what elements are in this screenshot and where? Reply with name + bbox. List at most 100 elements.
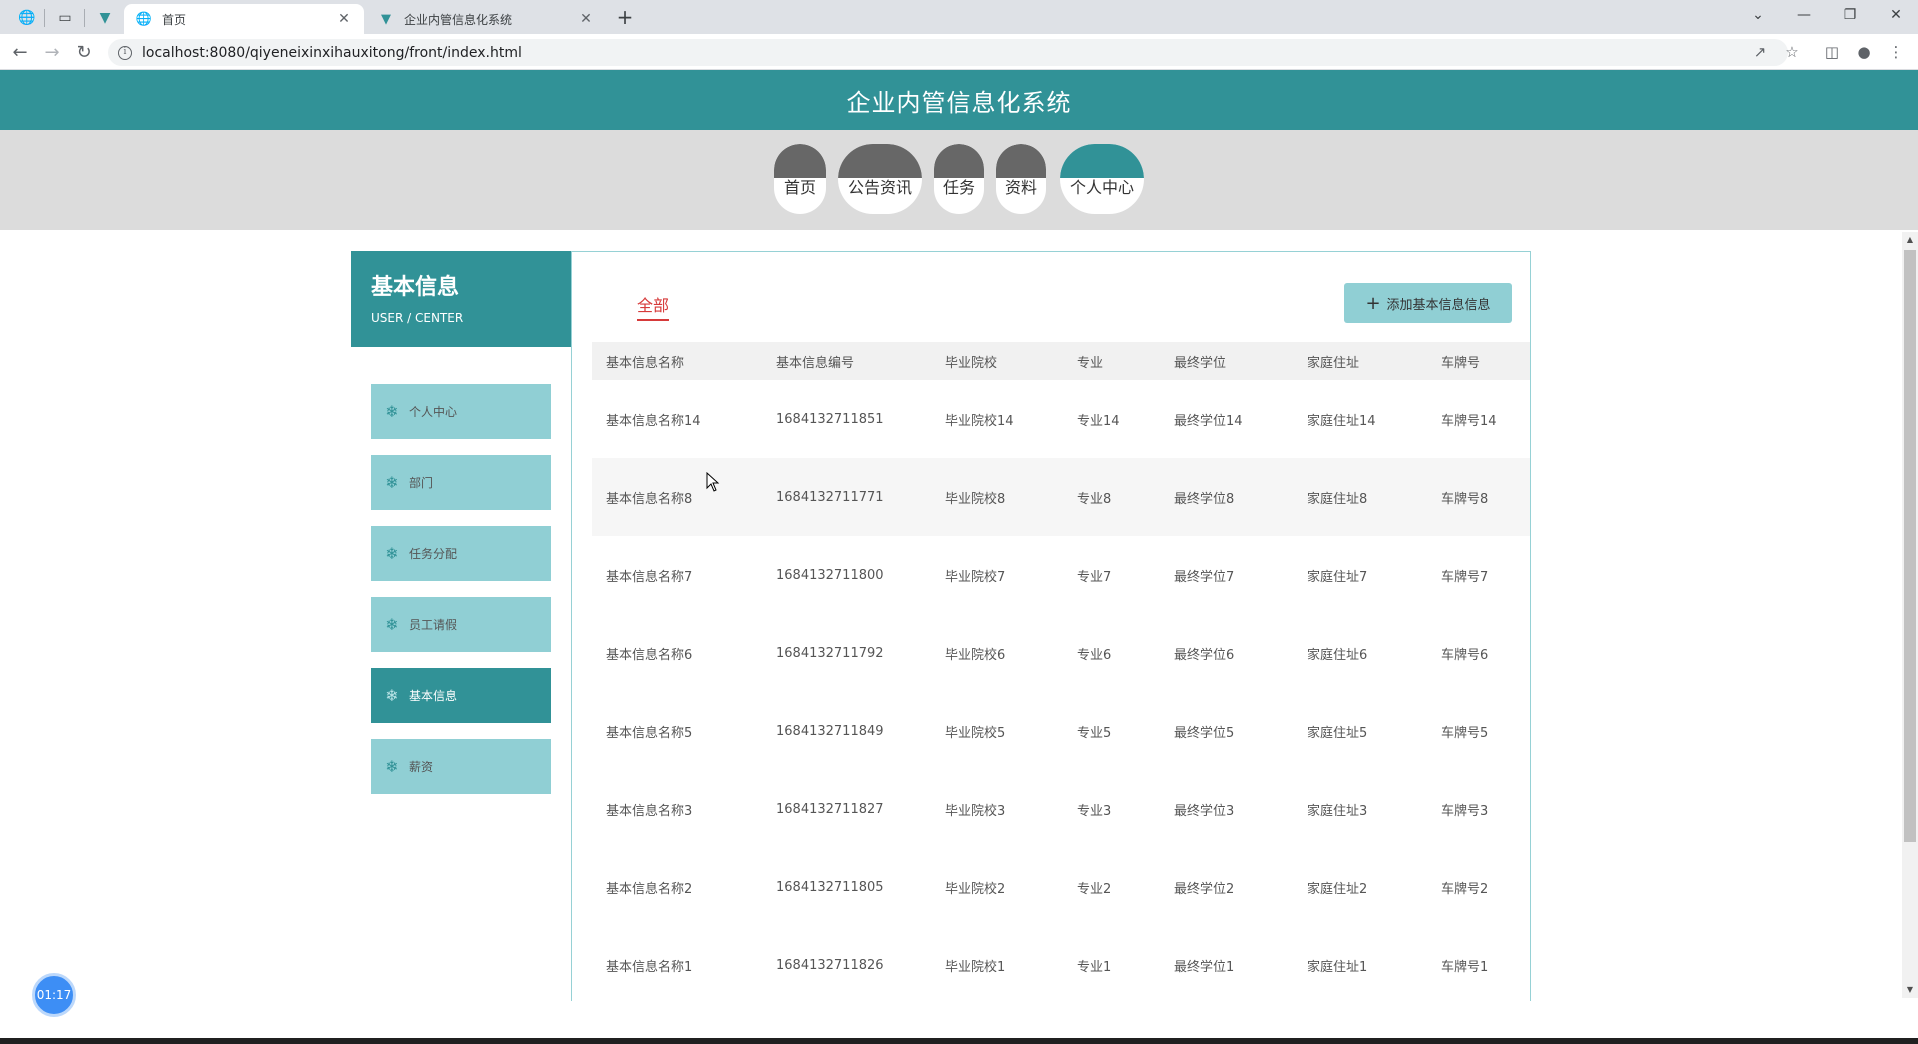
restore-icon[interactable]: ❐ — [1830, 0, 1870, 30]
reload-icon[interactable]: ↻ — [72, 40, 96, 64]
table-header: 基本信息名称 基本信息编号 毕业院校 专业 最终学位 家庭住址 车牌号 — [592, 342, 1530, 380]
table-cell: 车牌号5 — [1441, 725, 1489, 741]
browser-tab-home[interactable]: 🌐 首页 ✕ — [124, 4, 364, 34]
sidebar-item-task-assignment[interactable]: ❄ 任务分配 — [371, 526, 551, 581]
table-cell: 基本信息名称3 — [606, 803, 693, 819]
browser-tab-system[interactable]: ▼ 企业内管信息化系统 ✕ — [366, 4, 606, 34]
nav-item-personal-center[interactable]: 个人中心 — [1060, 144, 1144, 214]
sidebar-item-leave[interactable]: ❄ 员工请假 — [371, 597, 551, 652]
table-cell: 专业7 — [1077, 569, 1112, 585]
page-scrollbar[interactable]: ▲ ▼ — [1902, 232, 1918, 998]
recording-timer[interactable]: 01:17 — [32, 973, 76, 1017]
more-menu-icon[interactable]: ⋮ — [1884, 40, 1908, 64]
table-row[interactable]: 基本信息名称2 1684132711805 毕业院校2 专业2 最终学位2 家庭… — [592, 848, 1530, 926]
column-header: 最终学位 — [1174, 355, 1227, 371]
table-row[interactable]: 基本信息名称6 1684132711792 毕业院校6 专业6 最终学位6 家庭… — [592, 614, 1530, 692]
table-cell: 家庭住址7 — [1307, 569, 1368, 585]
minimize-icon[interactable]: — — [1784, 0, 1824, 30]
globe-icon[interactable]: 🌐 — [14, 5, 40, 31]
table-cell: 家庭住址2 — [1307, 881, 1368, 897]
nav-item-tasks[interactable]: 任务 — [934, 144, 984, 214]
filter-tab-all[interactable]: 全部 — [637, 292, 670, 321]
sidebar-item-personal-center[interactable]: ❄ 个人中心 — [371, 384, 551, 439]
table-cell: 1684132711826 — [776, 957, 884, 973]
table-row[interactable]: 基本信息名称14 1684132711851 毕业院校14 专业14 最终学位1… — [592, 380, 1530, 458]
table-cell: 基本信息名称6 — [606, 647, 693, 663]
table-cell: 毕业院校3 — [945, 803, 1006, 819]
taskbar-edge — [0, 1038, 1918, 1044]
table-cell: 基本信息名称14 — [606, 413, 701, 429]
add-basic-info-button[interactable]: + 添加基本信息信息 — [1344, 283, 1512, 323]
side-panel-icon[interactable]: ◫ — [1820, 40, 1844, 64]
table-cell: 1684132711771 — [776, 489, 884, 505]
table-cell: 毕业院校14 — [945, 413, 1014, 429]
sidebar-item-label: 任务分配 — [409, 547, 458, 561]
close-icon[interactable]: ✕ — [578, 11, 594, 27]
share-icon[interactable]: ↗ — [1748, 40, 1772, 64]
table-cell: 车牌号7 — [1441, 569, 1489, 585]
plus-icon[interactable]: + — [612, 6, 638, 30]
table-row[interactable]: 基本信息名称5 1684132711849 毕业院校5 专业5 最终学位5 家庭… — [592, 692, 1530, 770]
forward-arrow-icon[interactable]: → — [40, 40, 64, 64]
column-header: 基本信息名称 — [606, 355, 685, 371]
table-row[interactable]: 基本信息名称8 1684132711771 毕业院校8 专业8 最终学位8 家庭… — [592, 458, 1530, 536]
blank-page-icon[interactable]: ▭ — [52, 5, 78, 31]
table-cell: 家庭住址8 — [1307, 491, 1368, 507]
table-cell: 基本信息名称8 — [606, 491, 693, 507]
table-cell: 车牌号6 — [1441, 647, 1489, 663]
main-nav: 首页 公告资讯 任务 资料 个人中心 — [0, 130, 1918, 230]
sidebar-item-label: 基本信息 — [409, 689, 458, 703]
scroll-thumb[interactable] — [1904, 250, 1916, 842]
mouse-cursor-icon — [706, 472, 720, 492]
table-cell: 毕业院校1 — [945, 959, 1006, 975]
url-field[interactable]: i localhost:8080/qiyeneixinxihauxitong/f… — [108, 39, 1788, 66]
table-row[interactable]: 基本信息名称1 1684132711826 毕业院校1 专业1 最终学位1 家庭… — [592, 926, 1530, 1001]
close-window-icon[interactable]: ✕ — [1876, 0, 1916, 30]
table-cell: 家庭住址5 — [1307, 725, 1368, 741]
star-icon[interactable]: ☆ — [1780, 40, 1804, 64]
table-cell: 基本信息名称1 — [606, 959, 693, 975]
table-cell: 最终学位7 — [1174, 569, 1235, 585]
column-header: 毕业院校 — [945, 355, 998, 371]
nav-label: 任务 — [942, 178, 975, 197]
snowflake-icon: ❄ — [385, 402, 399, 421]
nav-label: 个人中心 — [1069, 178, 1134, 197]
vue-logo-icon: ▼ — [381, 11, 391, 27]
info-icon[interactable]: i — [118, 45, 132, 60]
plus-icon: + — [1365, 292, 1381, 314]
scroll-down-icon[interactable]: ▼ — [1902, 982, 1918, 998]
table-cell: 最终学位3 — [1174, 803, 1235, 819]
nav-label: 资料 — [1004, 178, 1037, 197]
table-cell: 车牌号2 — [1441, 881, 1489, 897]
table-cell: 最终学位2 — [1174, 881, 1235, 897]
nav-item-news[interactable]: 公告资讯 — [838, 144, 922, 214]
main-panel: 全部 + 添加基本信息信息 基本信息名称 基本信息编号 毕业院校 专业 最终学位… — [571, 251, 1531, 1001]
nav-item-home[interactable]: 首页 — [774, 144, 826, 214]
table-cell: 最终学位1 — [1174, 959, 1235, 975]
sidebar-item-basic-info[interactable]: ❄ 基本信息 — [371, 668, 551, 723]
table-cell: 毕业院校5 — [945, 725, 1006, 741]
table-cell: 专业3 — [1077, 803, 1112, 819]
back-arrow-icon[interactable]: ← — [8, 40, 32, 64]
sidebar-item-department[interactable]: ❄ 部门 — [371, 455, 551, 510]
table-cell: 专业2 — [1077, 881, 1112, 897]
vue-logo-icon[interactable]: ▼ — [92, 5, 118, 31]
close-icon[interactable]: ✕ — [336, 11, 352, 27]
profile-icon[interactable]: ● — [1852, 40, 1876, 64]
tab-separator — [44, 9, 45, 27]
table-row[interactable]: 基本信息名称3 1684132711827 毕业院校3 专业3 最终学位3 家庭… — [592, 770, 1530, 848]
table-cell: 专业5 — [1077, 725, 1112, 741]
scroll-up-icon[interactable]: ▲ — [1902, 232, 1918, 248]
globe-icon: 🌐 — [135, 11, 153, 27]
snowflake-icon: ❄ — [385, 615, 399, 634]
nav-item-materials[interactable]: 资料 — [996, 144, 1046, 214]
table-cell: 1684132711827 — [776, 801, 884, 817]
chevron-down-icon[interactable]: ⌄ — [1738, 0, 1778, 30]
snowflake-icon: ❄ — [385, 686, 399, 705]
sidebar-item-salary[interactable]: ❄ 薪资 — [371, 739, 551, 794]
column-header: 基本信息编号 — [776, 355, 855, 371]
table-cell: 最终学位14 — [1174, 413, 1243, 429]
table-row[interactable]: 基本信息名称7 1684132711800 毕业院校7 专业7 最终学位7 家庭… — [592, 536, 1530, 614]
snowflake-icon: ❄ — [385, 473, 399, 492]
table-cell: 1684132711851 — [776, 411, 884, 427]
